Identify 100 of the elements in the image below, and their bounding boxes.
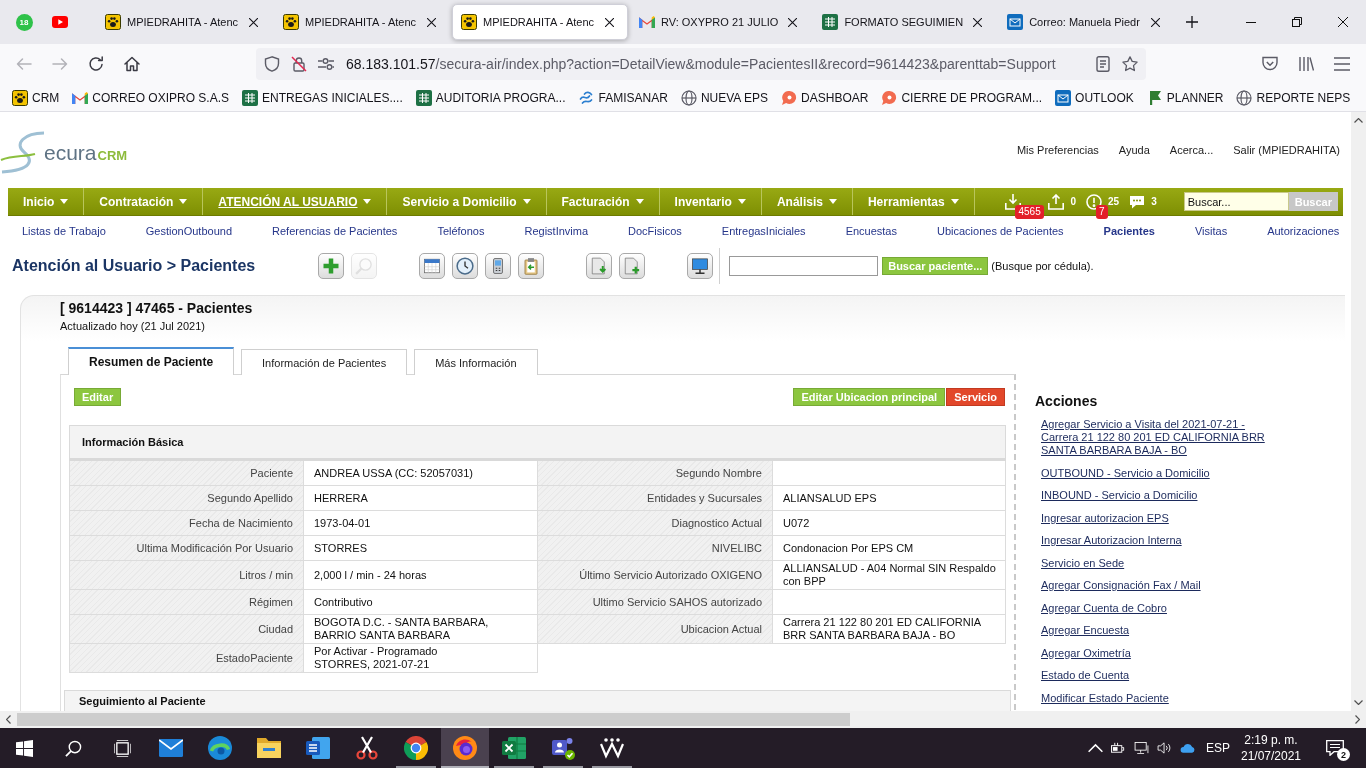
action-link[interactable]: Ingresar autorizacion EPS — [1041, 511, 1169, 525]
action-link[interactable]: Agregar Encuesta — [1041, 624, 1130, 637]
clock[interactable]: 2:19 p. m. 21/07/2021 — [1240, 732, 1302, 764]
add-button[interactable] — [318, 253, 345, 279]
submenu-item[interactable]: GestionOutbound — [145, 225, 232, 237]
caret-icon — [828, 199, 837, 204]
bookmark[interactable]: OUTLOOK — [1051, 86, 1138, 109]
bookmark[interactable]: PLANNER — [1142, 86, 1228, 109]
network-icon[interactable] — [1134, 742, 1149, 754]
language-indicator[interactable]: ESP — [1202, 741, 1234, 755]
vertical-scrollbar[interactable] — [1351, 112, 1366, 711]
bookmark[interactable]: AUDITORIA PROGRA... — [411, 86, 570, 109]
browser-tab[interactable]: Correo: Manuela Piedr — [998, 4, 1175, 40]
submenu-item[interactable]: Encuestas — [845, 225, 897, 237]
lock-slash-icon — [291, 56, 307, 72]
action-center-button[interactable]: 2 — [1320, 728, 1350, 768]
tray-up-arrow-icon[interactable] — [1048, 193, 1065, 210]
header-link[interactable]: Mis Preferencias — [1016, 144, 1099, 156]
window-button[interactable] — [419, 253, 446, 279]
close-icon[interactable] — [972, 17, 982, 27]
close-icon[interactable] — [1150, 17, 1160, 27]
bookmark[interactable]: ENTREGAS INICIALES.... — [238, 86, 407, 109]
tab[interactable]: Más Información — [414, 349, 538, 375]
submenu-item[interactable]: Autorizaciones — [1267, 225, 1340, 237]
chevron-up-icon[interactable] — [1088, 742, 1103, 754]
bookmark[interactable]: CIERRE DE PROGRAM... — [877, 86, 1047, 109]
field-value: 1973-04-01 — [304, 511, 538, 536]
scrollbar-thumb[interactable] — [17, 713, 850, 726]
horizontal-scrollbar[interactable] — [0, 711, 1366, 728]
action-link[interactable]: Agregar Consignación Fax / Mail — [1041, 579, 1201, 592]
scissors-icon — [355, 736, 379, 760]
close-icon[interactable] — [248, 17, 258, 27]
flame-circle-icon — [453, 736, 477, 760]
submenu-item[interactable]: Ubicaciones de Pacientes — [937, 225, 1064, 237]
submenu-item[interactable]: EntregasIniciales — [721, 225, 806, 237]
action-link[interactable]: Estado de Cuenta — [1041, 669, 1130, 682]
header-link[interactable]: Ayuda — [1118, 144, 1150, 156]
header-link[interactable]: Acerca... — [1169, 144, 1214, 156]
import-button[interactable] — [586, 253, 613, 279]
tab[interactable]: Información de Pacientes — [241, 349, 408, 375]
notification-count-badge: 2 — [1337, 748, 1350, 761]
submenu-item[interactable]: Visitas — [1194, 225, 1228, 237]
browser-tab[interactable]: MPIEDRAHITA - Atenc — [96, 4, 272, 40]
action-link[interactable]: Agregar Servicio a Visita del 2021-07-21 - Carrera 21 122 80 201 ED CALIFORNIA BRR SANTA BARBARA BAJA - BO — [1041, 418, 1266, 457]
close-icon[interactable] — [426, 17, 436, 27]
close-icon[interactable] — [787, 17, 797, 27]
chat-icon[interactable] — [1129, 193, 1146, 210]
bookmark[interactable]: REPORTE NEPS — [1232, 86, 1355, 109]
header-link[interactable]: Salir (MPIEDRAHITA) — [1233, 144, 1340, 156]
clipboard-button[interactable] — [518, 253, 545, 279]
tab[interactable]: Resumen de Paciente — [68, 347, 235, 375]
bookmark[interactable]: CORREO OXIPRO S.A.S — [68, 87, 234, 108]
scroll-up-icon[interactable] — [1354, 118, 1363, 123]
bookmark-star-icon[interactable] — [1122, 56, 1138, 72]
scroll-right-icon[interactable] — [1355, 715, 1360, 724]
paw-icon — [461, 14, 477, 30]
battery-icon[interactable] — [1111, 742, 1126, 754]
cloud-icon[interactable] — [1180, 742, 1195, 754]
field-value: BOGOTA D.C. - SANTA BARBARA, BARRIO SANTA BARBARA — [304, 615, 538, 644]
bookmark[interactable]: DASHBOAR — [777, 86, 873, 109]
submenu-item[interactable]: Pacientes — [1103, 225, 1155, 237]
library-icon — [1298, 56, 1314, 72]
patient-search-field[interactable] — [729, 256, 879, 276]
field-label: Diagnostico Actual — [538, 511, 773, 536]
spreadsheet-icon — [502, 736, 526, 760]
bookmark[interactable]: FAMISANAR — [574, 86, 672, 109]
reader-view-icon[interactable] — [1095, 56, 1111, 72]
action-link[interactable]: Servicio en Sede — [1041, 556, 1125, 570]
action-link[interactable]: Agregar Oximetría — [1041, 646, 1131, 660]
speaker-icon[interactable] — [1157, 742, 1172, 754]
submenu-item[interactable]: DocFisicos — [628, 225, 682, 237]
new-document-button[interactable] — [619, 253, 646, 279]
submenu-item[interactable]: Referencias de Pacientes — [272, 225, 398, 237]
phone-button[interactable] — [485, 253, 512, 279]
action-link[interactable]: Ingresar Autorizacion Interna — [1041, 534, 1182, 547]
action-link[interactable]: INBOUND - Servicio a Domicilio — [1041, 489, 1198, 502]
search-field[interactable]: Buscar... — [1183, 192, 1289, 211]
history-button[interactable] — [452, 253, 479, 279]
play-icon — [52, 16, 68, 28]
action-link[interactable]: Modificar Estado Paciente — [1041, 691, 1169, 705]
browser-tab[interactable]: RV: OXYPRO 21 JULIO — [630, 4, 812, 40]
browser-tab[interactable]: FORMATO SEGUIMIEN — [813, 4, 997, 40]
submenu-item[interactable]: Teléfonos — [437, 225, 485, 237]
bookmark[interactable]: CRM — [8, 86, 64, 109]
monitor-button[interactable] — [687, 253, 714, 279]
submenu-item[interactable]: Listas de Trabajo — [22, 225, 106, 237]
scroll-down-icon[interactable] — [1354, 700, 1363, 705]
browser-tab[interactable]: MPIEDRAHITA - Atenc — [452, 4, 628, 40]
close-icon[interactable] — [604, 17, 614, 27]
scroll-left-icon[interactable] — [6, 715, 11, 724]
address-bar[interactable]: 68.183.101.57/secura-air/index.php?action=DetailView&module=PacientesII&record=9614423&parenttab=Support — [256, 48, 1146, 80]
browser-tab[interactable]: MPIEDRAHITA - Atenc — [274, 4, 450, 40]
spreadsheet-icon — [822, 14, 839, 30]
bookmark[interactable]: NUEVA EPS — [676, 86, 773, 109]
back-arrow-icon — [16, 56, 32, 72]
record-title: [ 9614423 ] 47465 - Pacientes — [60, 300, 253, 316]
action-link[interactable]: Agregar Cuenta de Cobro — [1041, 601, 1167, 615]
action-link[interactable]: OUTBOUND - Servicio a Domicilio — [1041, 466, 1210, 480]
submenu-item[interactable]: RegistInvima — [524, 225, 589, 237]
action-button[interactable]: Servicio — [946, 388, 1005, 406]
